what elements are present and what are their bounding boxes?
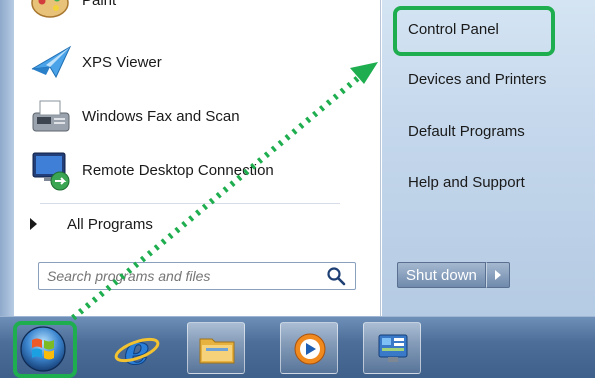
program-label: XPS Viewer [82,53,162,71]
all-programs-item[interactable]: All Programs [30,210,153,238]
xps-viewer-icon [30,41,72,83]
taskbar-button-explorer[interactable] [187,322,245,374]
shutdown-options-button[interactable] [485,262,510,288]
shutdown-button[interactable]: Shut down [397,262,486,288]
search-input[interactable] [39,267,325,285]
start-button-highlight [13,321,77,378]
fax-scan-icon [30,95,72,137]
default-programs-link[interactable]: Default Programs [408,123,525,140]
program-label: Paint [82,0,117,9]
devices-and-printers-link[interactable]: Devices and Printers [408,71,546,88]
program-paint[interactable]: Paint [30,0,116,22]
help-and-support-link[interactable]: Help and Support [408,174,525,191]
shutdown-control: Shut down [397,262,510,288]
menu-left-border [0,0,14,316]
program-windows-fax-and-scan[interactable]: Windows Fax and Scan [30,94,240,138]
control-panel-icon [376,332,410,366]
windows-explorer-icon [198,333,236,365]
separator [40,203,340,204]
start-menu-screenshot: Paint XPS Viewer Windows Fax and Scan Re… [0,0,595,378]
internet-explorer-icon[interactable]: e [112,326,162,375]
remote-desktop-icon [30,149,72,191]
svg-text:e: e [124,327,149,372]
control-panel-highlight [393,6,555,56]
taskbar-button-media-player[interactable] [280,322,338,374]
media-player-icon [293,332,327,366]
program-label: Windows Fax and Scan [82,107,240,125]
expand-arrow-icon [30,218,37,230]
chevron-right-icon [494,270,501,280]
program-remote-desktop-connection[interactable]: Remote Desktop Connection [30,148,274,192]
taskbar-button-control-panel[interactable] [363,322,421,374]
program-xps-viewer[interactable]: XPS Viewer [30,40,162,84]
search-box[interactable] [38,262,356,290]
all-programs-label: All Programs [67,215,153,233]
program-label: Remote Desktop Connection [82,161,274,179]
search-icon[interactable] [325,265,347,287]
paint-icon [30,0,72,21]
